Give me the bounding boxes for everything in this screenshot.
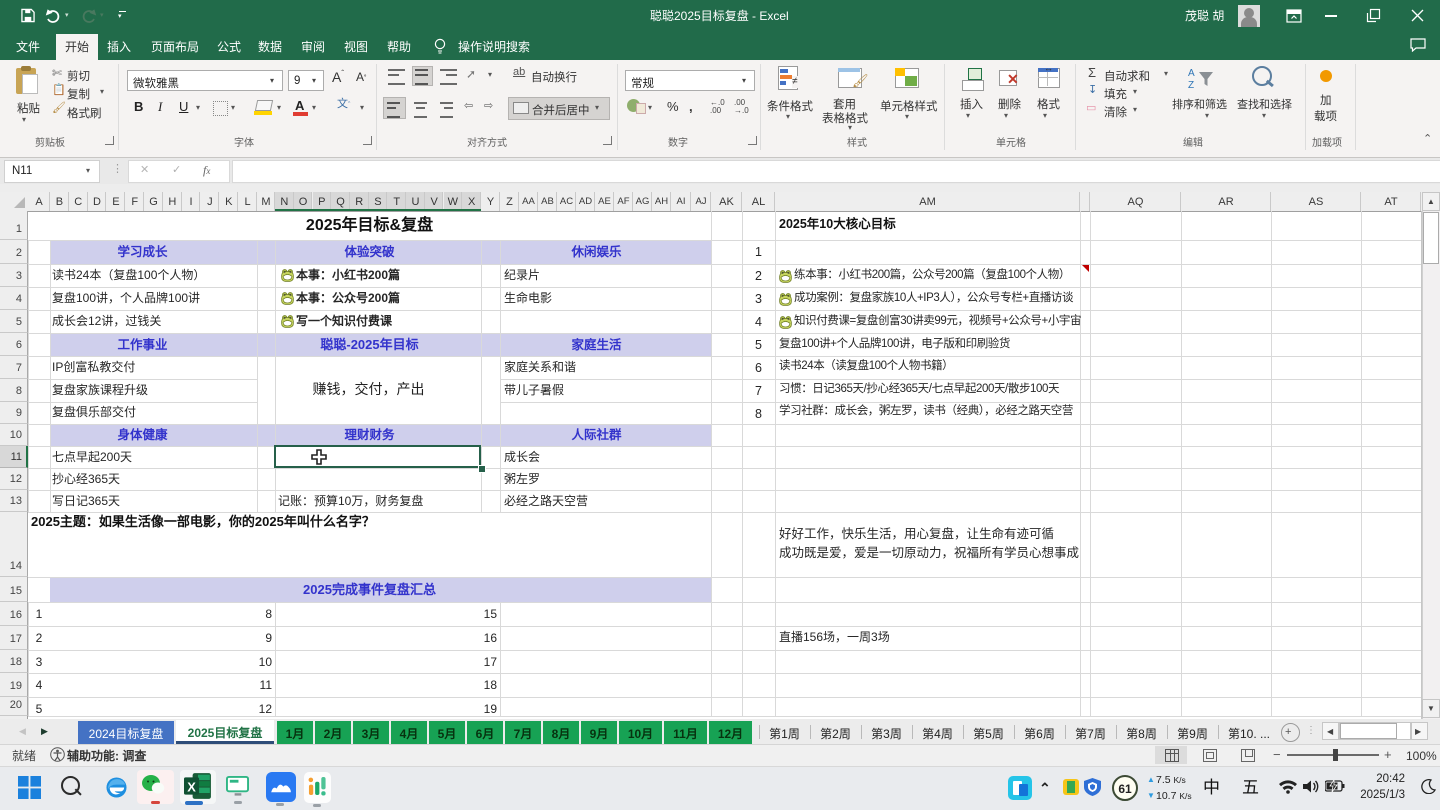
svg-text:Z: Z <box>1188 80 1194 91</box>
svg-text:X: X <box>187 779 196 794</box>
svg-text:A: A <box>1188 68 1195 79</box>
